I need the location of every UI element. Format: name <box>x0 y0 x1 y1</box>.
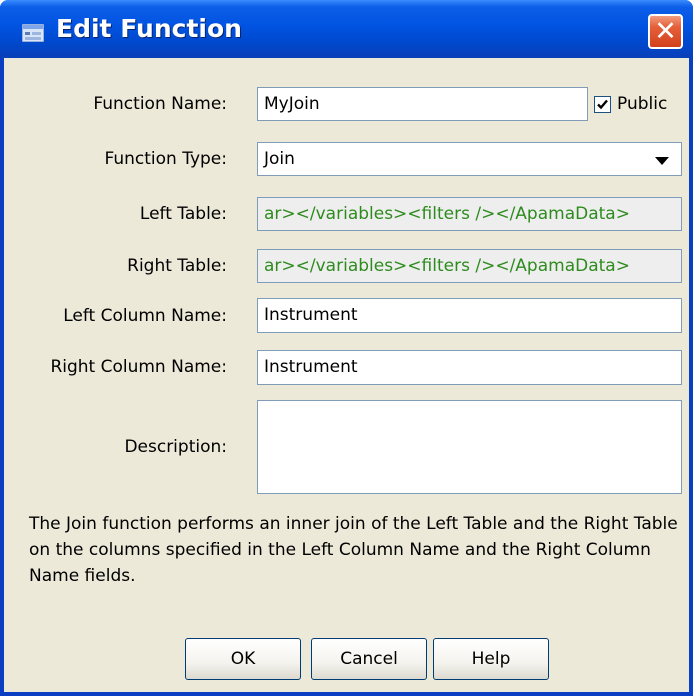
function-type-value: Join <box>264 149 295 169</box>
left-table-label: Left Table: <box>139 204 227 224</box>
edit-function-dialog: Edit Function ✕ Function Name: MyJoin Pu… <box>0 0 693 696</box>
left-table-field[interactable]: ar></variables><filters /></ApamaData> <box>257 197 682 231</box>
description-label: Description: <box>124 437 227 457</box>
right-column-name-label: Right Column Name: <box>50 357 227 377</box>
left-column-name-label: Left Column Name: <box>63 306 227 326</box>
right-table-value: ar></variables><filters /></ApamaData> <box>264 256 630 276</box>
function-type-label: Function Type: <box>104 149 228 169</box>
app-window-icon <box>22 24 44 42</box>
function-name-input[interactable]: MyJoin <box>257 87 588 121</box>
chevron-down-icon[interactable] <box>655 157 669 165</box>
check-icon <box>597 99 608 110</box>
function-name-label: Function Name: <box>93 94 227 114</box>
function-help-text: The Join function performs an inner join… <box>29 514 678 586</box>
description-textarea[interactable] <box>257 400 682 494</box>
right-column-name-input[interactable]: Instrument <box>257 350 682 385</box>
title-bar[interactable]: Edit Function ✕ <box>0 0 693 58</box>
close-icon: ✕ <box>654 16 677 47</box>
left-table-value: ar></variables><filters /></ApamaData> <box>264 204 630 224</box>
public-checkbox[interactable] <box>594 96 611 113</box>
public-label[interactable]: Public <box>617 93 667 115</box>
ok-button[interactable]: OK <box>185 638 301 680</box>
function-type-select[interactable]: Join <box>257 142 682 176</box>
help-button[interactable]: Help <box>433 638 549 680</box>
close-button[interactable]: ✕ <box>648 14 683 49</box>
right-table-label: Right Table: <box>127 256 227 276</box>
left-column-name-input[interactable]: Instrument <box>257 298 682 333</box>
right-table-field[interactable]: ar></variables><filters /></ApamaData> <box>257 249 682 283</box>
cancel-button[interactable]: Cancel <box>311 638 427 680</box>
window-title: Edit Function <box>56 14 242 43</box>
